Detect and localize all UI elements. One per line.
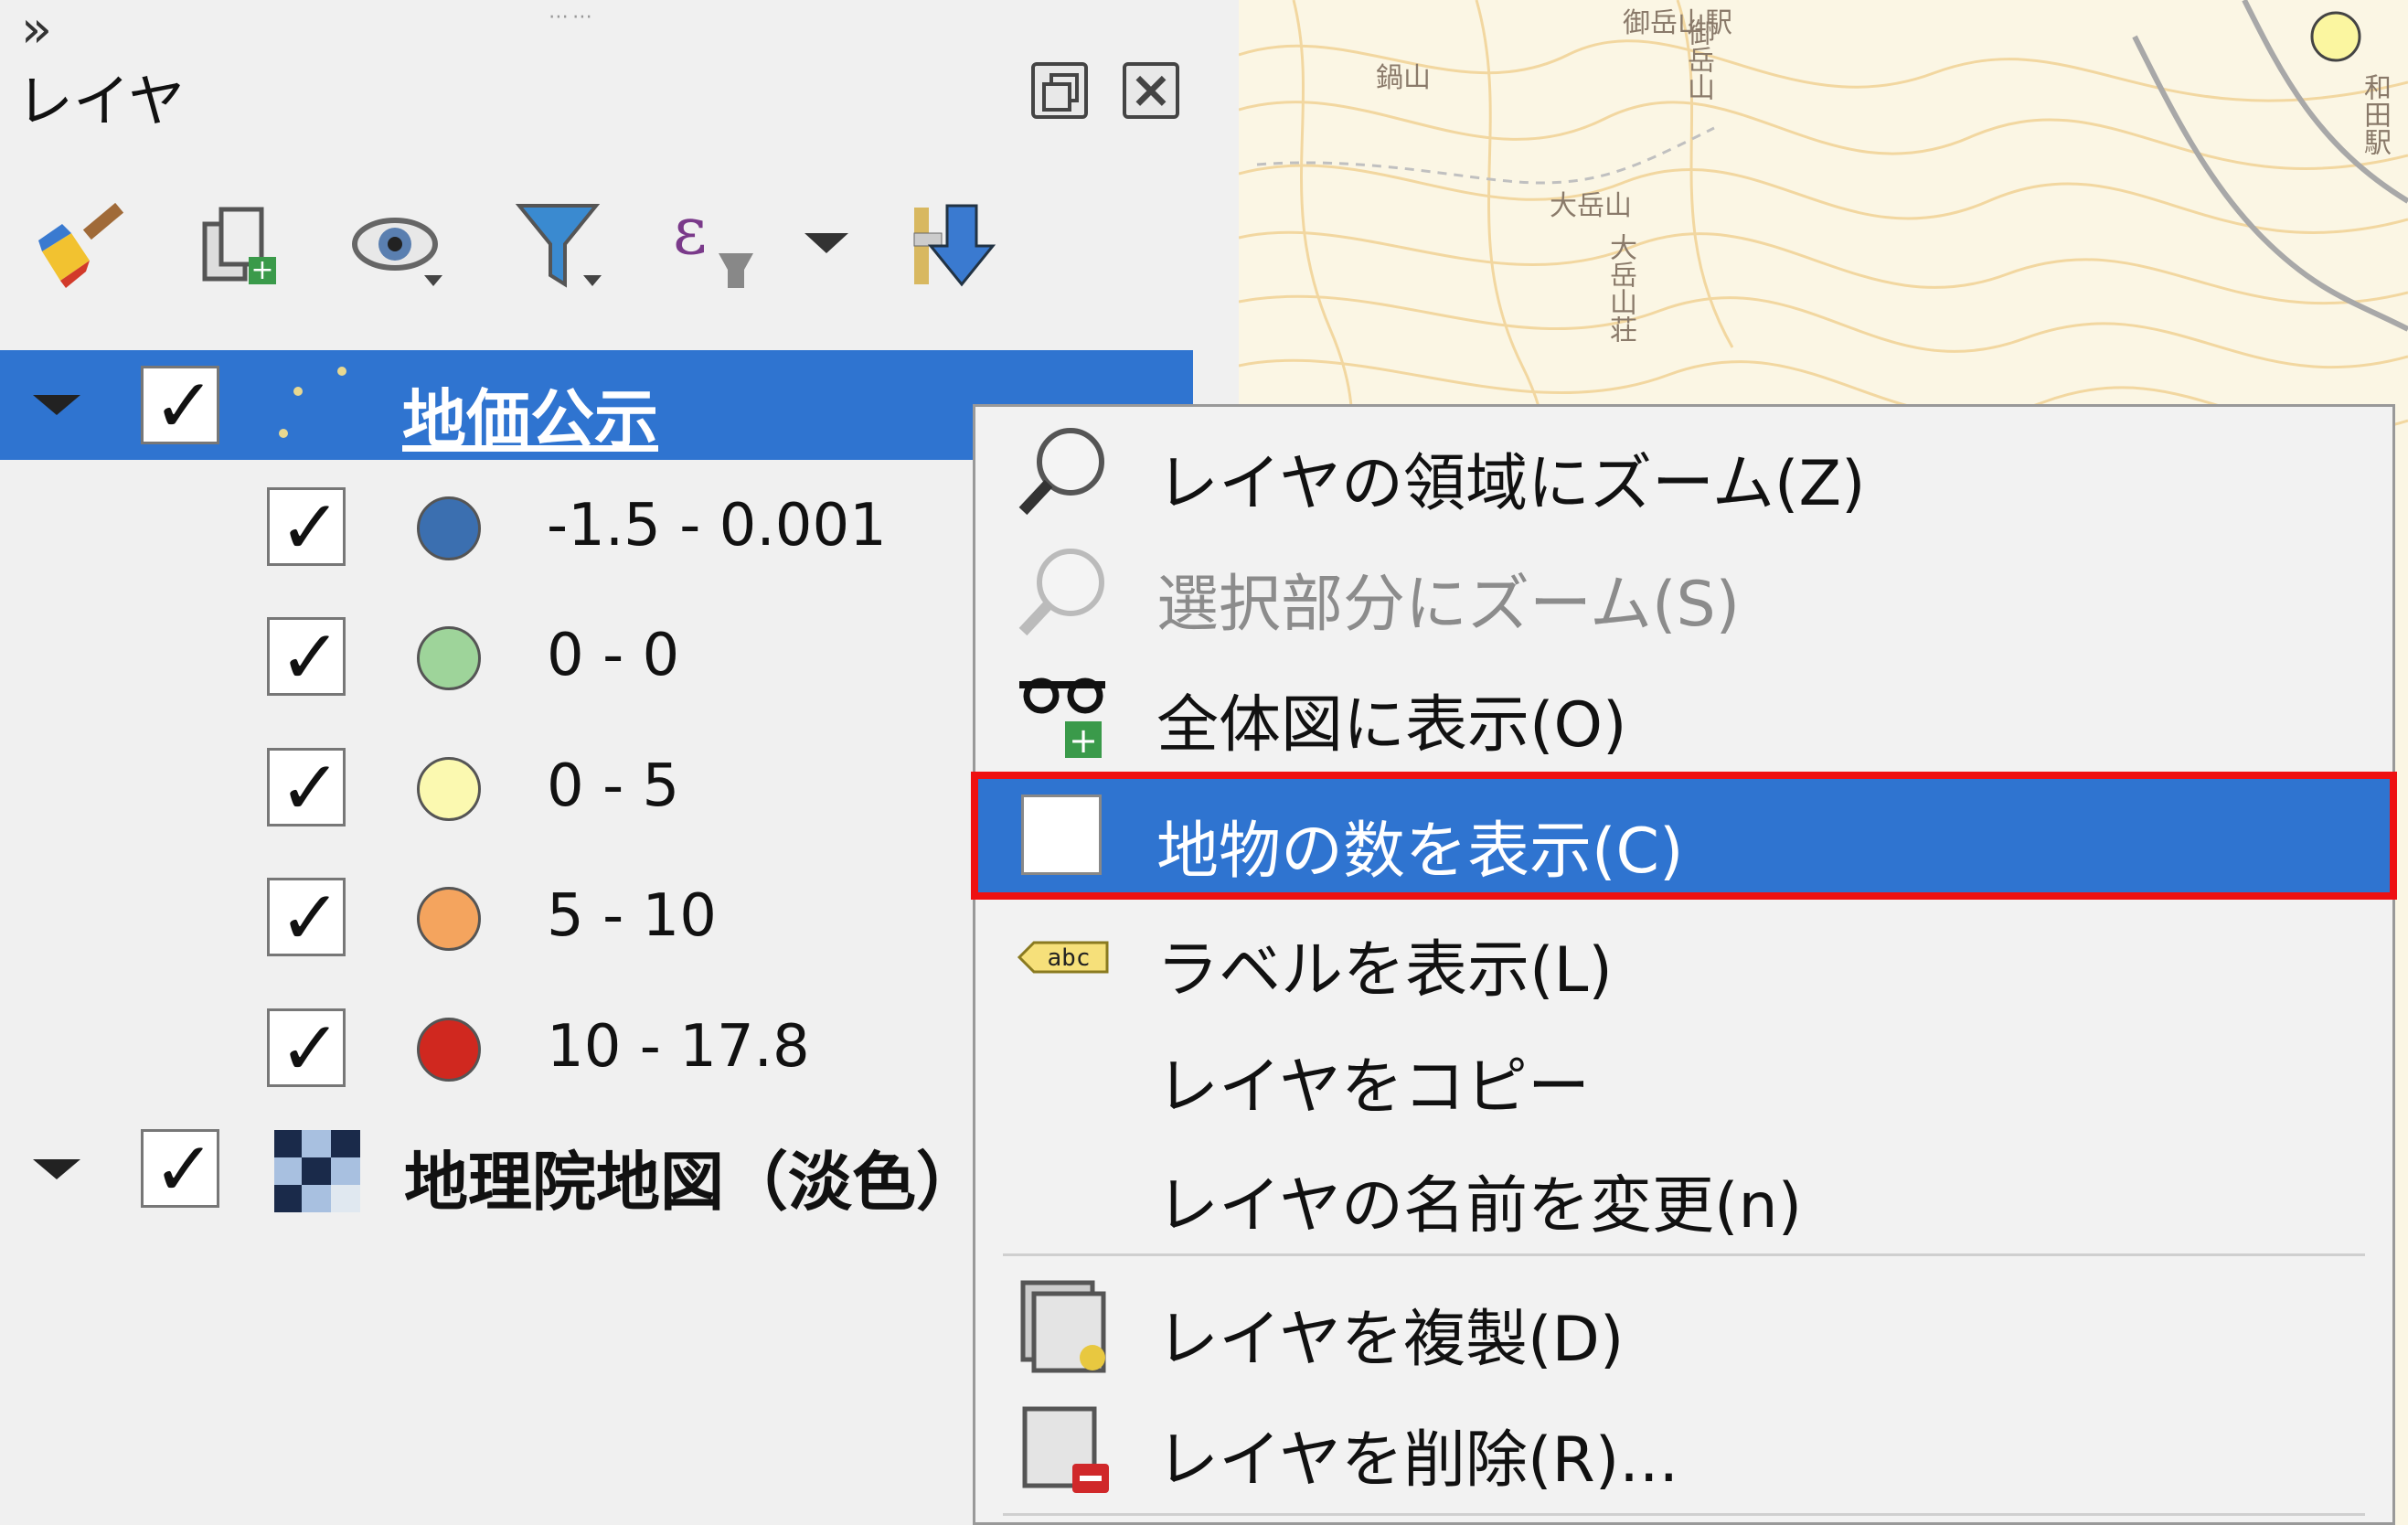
menu-separator <box>1003 1513 2365 1516</box>
label-abc-icon: abc <box>1017 941 1109 974</box>
class-label: 0 - 5 <box>547 752 680 820</box>
class-label: 0 - 0 <box>547 622 680 689</box>
menu-item-copy-layer[interactable]: レイヤをコピー <box>975 1010 2395 1131</box>
menu-item-show-labels[interactable]: abc ラベルを表示(L) <box>975 893 2395 1014</box>
add-group-icon[interactable]: + <box>192 197 293 297</box>
manage-visibility-eye-icon[interactable] <box>349 197 450 297</box>
map-label: 御岳山 <box>1682 18 1714 101</box>
close-panel-button[interactable]: × <box>1123 60 1179 120</box>
float-panel-button[interactable] <box>1031 62 1088 119</box>
menu-item-show-in-overview[interactable]: + 全体図に表示(O) <box>975 648 2395 769</box>
expand-all-icon[interactable] <box>905 197 1006 297</box>
map-label: 大岳山荘 <box>1604 233 1636 343</box>
collapse-arrow-icon[interactable] <box>33 395 80 415</box>
menu-item-label: レイヤをコピー <box>1156 1051 1590 1124</box>
annotation-highlight-box <box>971 772 2397 900</box>
zoom-to-layer-icon <box>1018 428 1104 516</box>
menu-item-label: 選択部分にズーム(S) <box>1156 569 1741 641</box>
layer-visibility-checkbox[interactable] <box>141 1126 219 1213</box>
layer-name[interactable]: 地理院地図（淡色） <box>404 1131 980 1223</box>
class-label: -1.5 - 0.001 <box>547 492 887 560</box>
panel-title: レイヤ <box>16 68 186 134</box>
menu-item-rename-layer[interactable]: レイヤの名前を変更(n) <box>975 1129 2395 1250</box>
menu-item-label: 全体図に表示(O) <box>1156 689 1627 762</box>
class-color-swatch <box>417 1018 481 1082</box>
menu-item-remove-layer[interactable]: レイヤを削除(R)... <box>975 1383 2395 1504</box>
svg-text:abc: abc <box>1048 944 1091 972</box>
class-checkbox[interactable] <box>267 485 346 571</box>
toolbar-overflow-button[interactable]: » <box>0 0 73 59</box>
filter-legend-icon[interactable] <box>510 197 611 297</box>
class-color-swatch <box>417 757 481 821</box>
menu-separator <box>1003 1253 2365 1256</box>
menu-item-label: レイヤを複製(D) <box>1156 1304 1625 1376</box>
close-icon: × <box>1129 60 1173 120</box>
svg-text:+: + <box>1069 720 1098 761</box>
layer-name[interactable]: 地価公示 <box>402 368 658 461</box>
svg-text:ε: ε <box>673 197 707 269</box>
svg-text:+: + <box>250 254 273 286</box>
layer-visibility-checkbox[interactable] <box>141 363 219 450</box>
menu-item-label: レイヤの名前を変更(n) <box>1156 1170 1803 1242</box>
remove-layer-icon <box>1022 1406 1109 1493</box>
collapse-arrow-icon[interactable] <box>33 1159 80 1179</box>
class-color-swatch <box>417 626 481 690</box>
class-checkbox[interactable] <box>267 614 346 701</box>
menu-item-zoom-to-layer[interactable]: レイヤの領域にズーム(Z) <box>975 407 2395 528</box>
duplicate-layer-icon <box>1020 1280 1106 1373</box>
filter-by-expression-icon[interactable]: ε <box>667 197 768 297</box>
menu-item-zoom-to-selection[interactable]: 選択部分にズーム(S) <box>975 528 2395 648</box>
class-label: 10 - 17.8 <box>547 1013 810 1081</box>
class-label: 5 - 10 <box>547 882 717 950</box>
class-checkbox[interactable] <box>267 745 346 832</box>
class-checkbox[interactable] <box>267 1006 346 1093</box>
class-checkbox[interactable] <box>267 875 346 962</box>
class-color-swatch <box>417 887 481 951</box>
map-label: 鍋山 <box>1376 62 1431 94</box>
menu-item-label: レイヤの領域にズーム(Z) <box>1156 448 1866 520</box>
point-layer-icon <box>279 367 346 438</box>
expression-dropdown-arrow[interactable] <box>804 233 848 253</box>
map-label: 和田駅 <box>2359 73 2391 155</box>
open-styling-brush-icon[interactable] <box>35 197 135 297</box>
menu-item-label: レイヤを削除(R)... <box>1156 1424 1679 1497</box>
show-in-overview-icon: + <box>1019 677 1105 761</box>
panel-drag-handle[interactable]: ⋯⋯ <box>549 5 596 28</box>
class-color-swatch <box>417 496 481 560</box>
map-label: 大岳山 <box>1550 190 1632 222</box>
menu-item-label: ラベルを表示(L) <box>1156 934 1613 1007</box>
menu-item-duplicate-layer[interactable]: レイヤを複製(D) <box>975 1263 2395 1383</box>
layer-context-menu: レイヤの領域にズーム(Z) 選択部分にズーム(S) + 全体図に表示(O) 地物… <box>973 404 2395 1525</box>
zoom-to-selection-icon <box>1018 549 1104 636</box>
raster-layer-icon <box>274 1130 360 1212</box>
